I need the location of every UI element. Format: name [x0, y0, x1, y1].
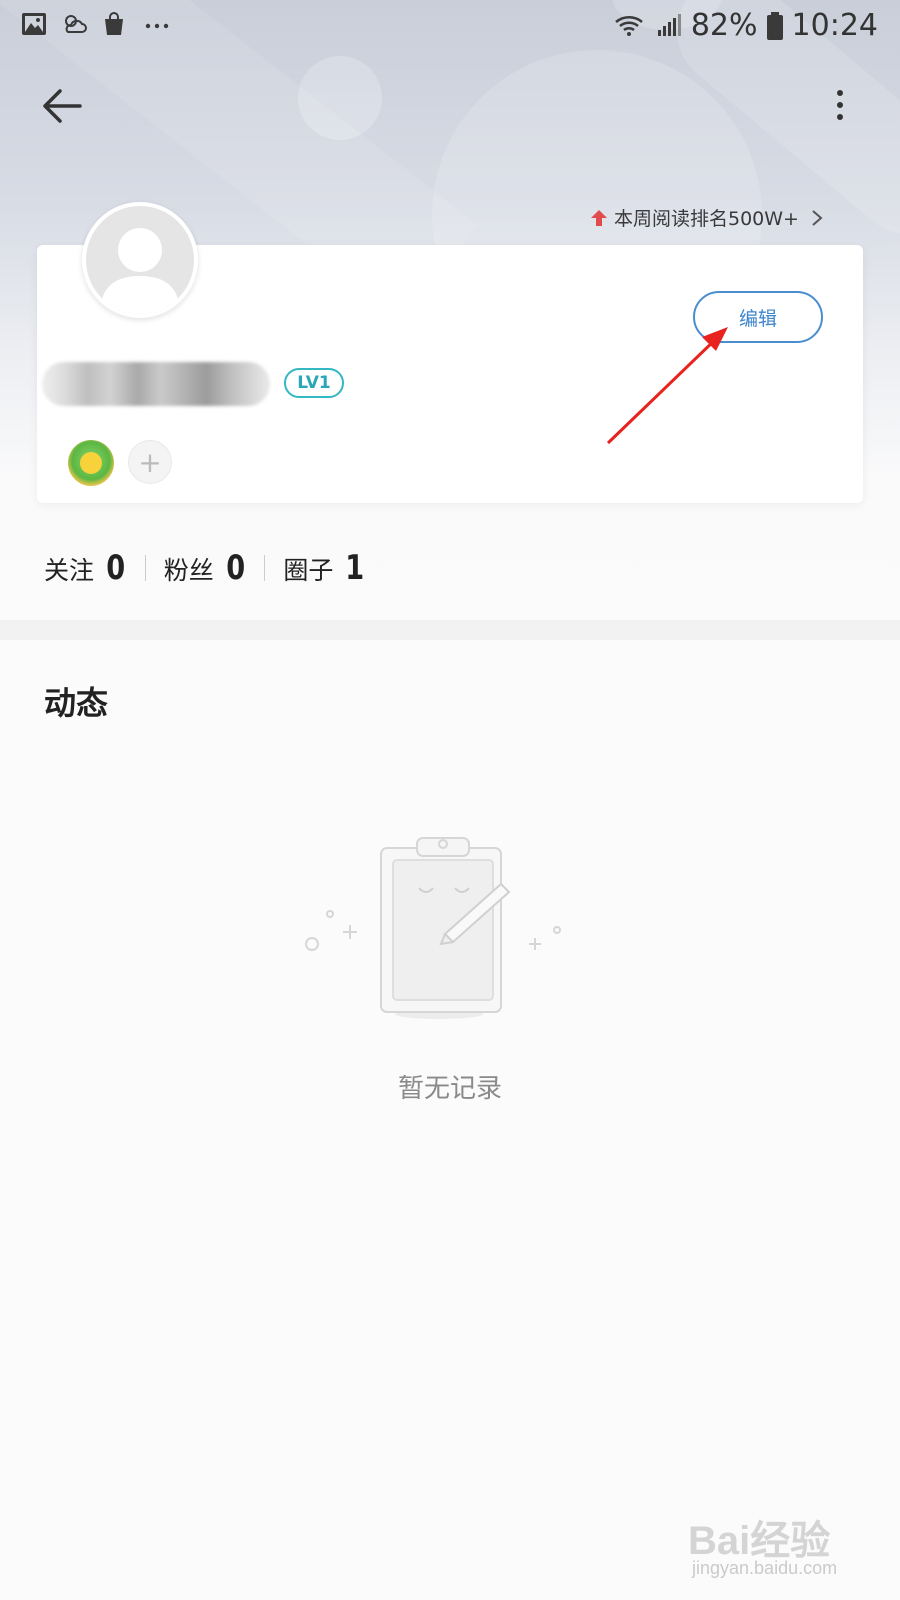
smiley-icon: [80, 452, 102, 474]
decor-circle: [298, 56, 382, 140]
weekly-rank-text: 本周阅读排名500W+: [614, 208, 799, 230]
default-avatar-icon: [86, 206, 194, 314]
wifi-icon: [615, 15, 643, 36]
circles-stat[interactable]: 圈子 1: [283, 548, 366, 588]
notification-icons: [20, 10, 174, 38]
empty-state-text: 暂无记录: [397, 1074, 502, 1104]
signal-icon: [657, 13, 681, 36]
achievement-medal-icon[interactable]: [68, 440, 114, 486]
battery-icon: [766, 11, 783, 40]
weather-icon: [65, 15, 87, 33]
stat-value: 1: [345, 548, 365, 588]
weekly-rank-link[interactable]: 本周阅读排名500W+: [590, 204, 823, 231]
watermark-url: jingyan.baidu.com: [692, 1558, 838, 1578]
battery-percent: 82%: [690, 8, 758, 43]
more-notifications-icon: [145, 23, 169, 29]
stats-row: 关注 0 粉丝 0 圈子 1: [44, 548, 366, 588]
followers-stat[interactable]: 粉丝 0: [164, 548, 247, 588]
status-bar: 82% 10:24: [0, 0, 900, 52]
shopping-bag-icon: [105, 12, 123, 35]
stat-label: 圈子: [283, 556, 334, 585]
stat-value: 0: [106, 548, 125, 588]
stat-value: 0: [225, 548, 245, 588]
gallery-icon: [22, 13, 46, 35]
add-badge-button[interactable]: +: [128, 440, 172, 484]
rank-up-icon: [591, 209, 607, 226]
following-stat[interactable]: 关注 0: [44, 548, 127, 588]
back-arrow-icon[interactable]: [40, 86, 84, 126]
divider: [144, 555, 146, 581]
level-badge: LV1: [284, 368, 344, 398]
stat-label: 关注: [44, 556, 95, 585]
divider: [264, 555, 266, 581]
activity-title: 动态: [44, 684, 109, 722]
more-options-icon[interactable]: [832, 88, 848, 124]
empty-clipboard-icon: [305, 837, 561, 1019]
chevron-right-icon: [812, 209, 823, 226]
username-redacted: [42, 362, 270, 406]
avatar[interactable]: [82, 202, 198, 318]
annotation-arrow: [606, 327, 728, 445]
system-status: 82% 10:24: [613, 8, 878, 43]
stat-label: 粉丝: [163, 556, 214, 585]
section-divider: [0, 620, 900, 640]
clock: 10:24: [791, 8, 878, 43]
